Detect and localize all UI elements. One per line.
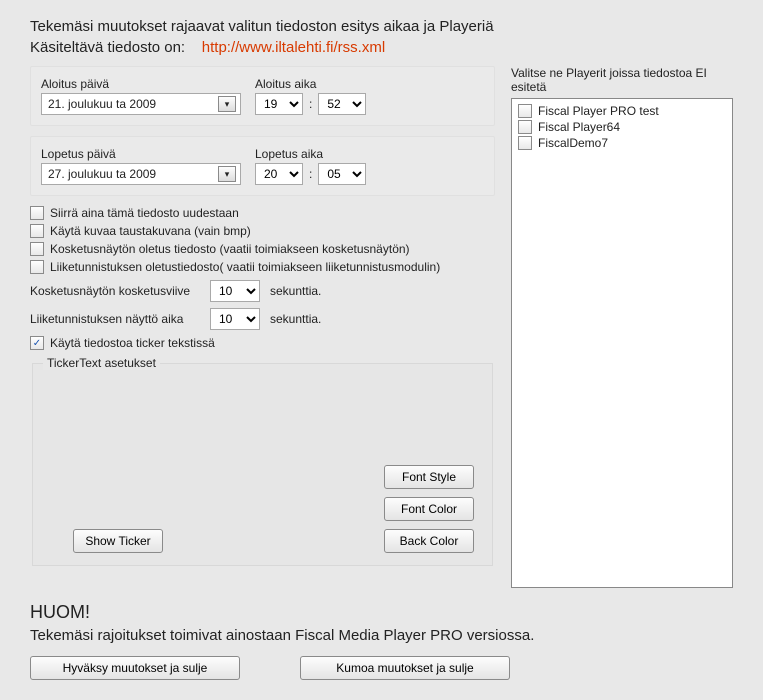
end-hour-select[interactable]: 20 — [255, 163, 303, 185]
end-date-value: 27. joulukuu ta 2009 — [48, 167, 156, 181]
player-name: FiscalDemo7 — [538, 136, 608, 150]
check-resend-label: Siirrä aina tämä tiedosto uudestaan — [50, 206, 239, 220]
player-check[interactable] — [518, 136, 532, 150]
start-date-label: Aloitus päivä — [41, 77, 241, 91]
show-ticker-button[interactable]: Show Ticker — [73, 529, 163, 553]
player-name: Fiscal Player64 — [538, 120, 620, 134]
ticker-legend: TickerText asetukset — [43, 356, 160, 370]
end-date-label: Lopetus päivä — [41, 147, 241, 161]
time-separator: : — [309, 97, 312, 111]
start-time-label: Aloitus aika — [255, 77, 366, 91]
start-date-value: 21. joulukuu ta 2009 — [48, 97, 156, 111]
touch-delay-unit: sekunttia. — [270, 284, 321, 298]
cancel-close-button[interactable]: Kumoa muutokset ja sulje — [300, 656, 510, 680]
huom-heading: HUOM! — [30, 602, 733, 623]
player-check[interactable] — [518, 104, 532, 118]
font-color-button[interactable]: Font Color — [384, 497, 474, 521]
check-bg-image[interactable] — [30, 224, 44, 238]
check-touch-default-label: Kosketusnäytön oletus tiedosto (vaatii t… — [50, 242, 410, 256]
back-color-button[interactable]: Back Color — [384, 529, 474, 553]
accept-close-button[interactable]: Hyväksy muutokset ja sulje — [30, 656, 240, 680]
players-label: Valitse ne Playerit joissa tiedostoa EI … — [511, 66, 733, 94]
check-motion-default-label: Liiketunnistuksen oletustiedosto( vaatii… — [50, 260, 440, 274]
end-date-picker[interactable]: 27. joulukuu ta 2009 ▾ — [41, 163, 241, 185]
intro-text-1: Tekemäsi muutokset rajaavat valitun tied… — [30, 18, 733, 35]
start-hour-select[interactable]: 19 — [255, 93, 303, 115]
motion-show-unit: sekunttia. — [270, 312, 321, 326]
check-use-ticker-label: Käytä tiedostoa ticker tekstissä — [50, 336, 215, 350]
motion-show-select[interactable]: 10 — [210, 308, 260, 330]
list-item[interactable]: Fiscal Player64 — [518, 119, 726, 135]
calendar-dropdown-icon[interactable]: ▾ — [218, 96, 236, 112]
player-check[interactable] — [518, 120, 532, 134]
start-minute-select[interactable]: 52 — [318, 93, 366, 115]
check-bg-image-label: Käytä kuvaa taustakuvana (vain bmp) — [50, 224, 251, 238]
file-url: http://www.iltalehti.fi/rss.xml — [202, 39, 385, 56]
list-item[interactable]: Fiscal Player PRO test — [518, 103, 726, 119]
touch-delay-label: Kosketusnäytön kosketusviive — [30, 284, 200, 298]
start-group: Aloitus päivä 21. joulukuu ta 2009 ▾ Alo… — [30, 66, 495, 126]
start-date-picker[interactable]: 21. joulukuu ta 2009 ▾ — [41, 93, 241, 115]
check-use-ticker[interactable] — [30, 336, 44, 350]
check-motion-default[interactable] — [30, 260, 44, 274]
player-name: Fiscal Player PRO test — [538, 104, 659, 118]
intro-prefix: Käsiteltävä tiedosto on: — [30, 39, 185, 56]
end-minute-select[interactable]: 05 — [318, 163, 366, 185]
check-resend[interactable] — [30, 206, 44, 220]
end-group: Lopetus päivä 27. joulukuu ta 2009 ▾ Lop… — [30, 136, 495, 196]
players-listbox[interactable]: Fiscal Player PRO test Fiscal Player64 F… — [511, 98, 733, 588]
check-touch-default[interactable] — [30, 242, 44, 256]
calendar-dropdown-icon[interactable]: ▾ — [218, 166, 236, 182]
motion-show-label: Liiketunnistuksen näyttö aika — [30, 312, 200, 326]
intro-text-2: Käsiteltävä tiedosto on: http://www.ilta… — [30, 39, 733, 56]
touch-delay-select[interactable]: 10 — [210, 280, 260, 302]
end-time-label: Lopetus aika — [255, 147, 366, 161]
list-item[interactable]: FiscalDemo7 — [518, 135, 726, 151]
ticker-group: TickerText asetukset Show Ticker Font St… — [32, 356, 493, 566]
time-separator: : — [309, 167, 312, 181]
huom-note: Tekemäsi rajoitukset toimivat ainostaan … — [30, 627, 733, 644]
font-style-button[interactable]: Font Style — [384, 465, 474, 489]
